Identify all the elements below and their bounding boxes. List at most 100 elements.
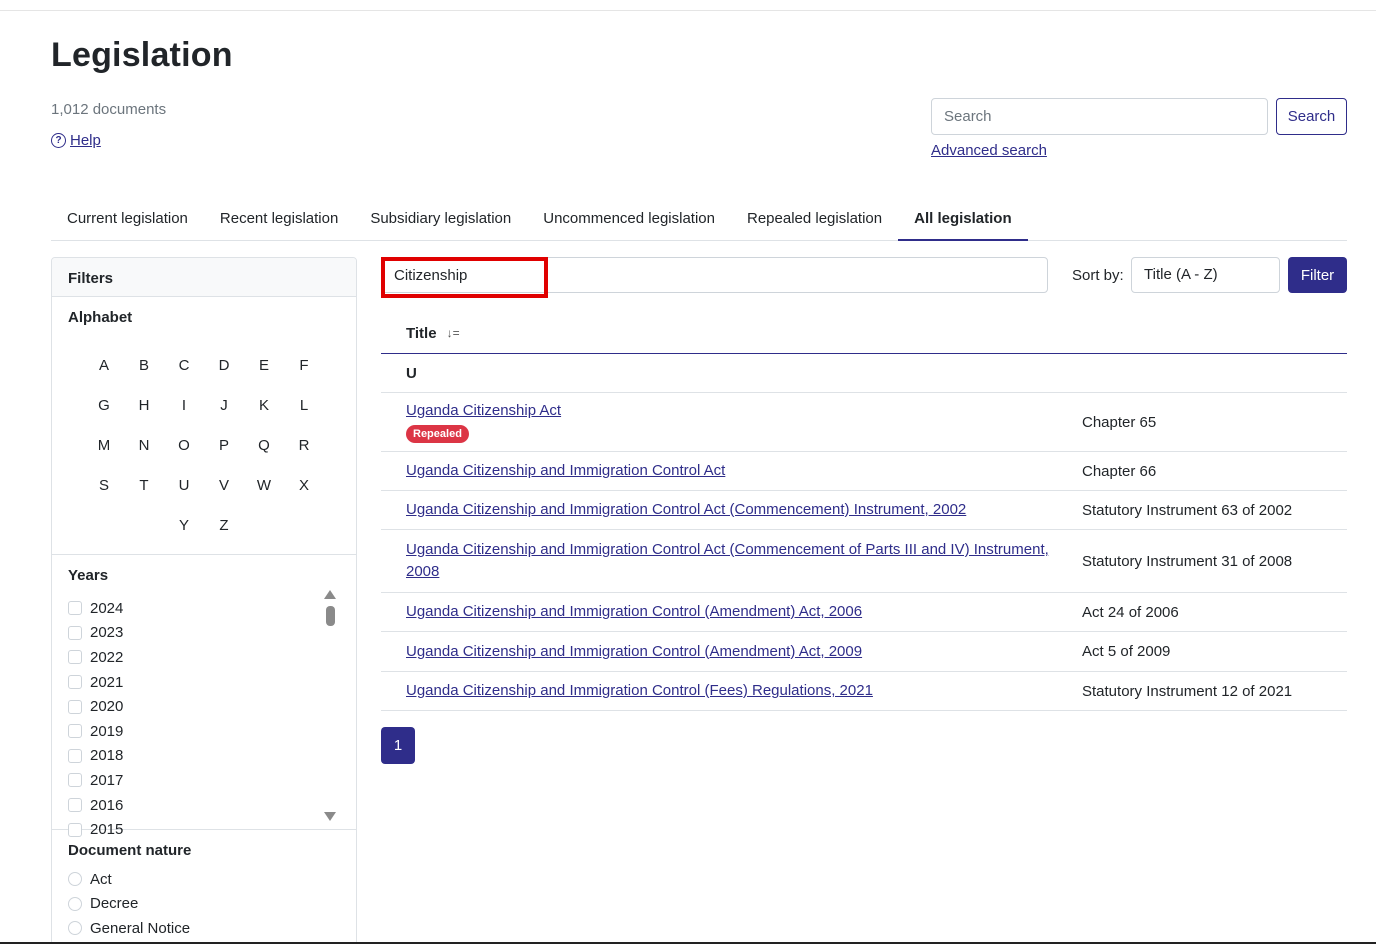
table-row: Uganda Citizenship and Immigration Contr… bbox=[381, 593, 1347, 632]
legislation-title-link[interactable]: Uganda Citizenship and Immigration Contr… bbox=[406, 541, 1049, 580]
radio-button[interactable] bbox=[68, 896, 82, 911]
checkbox[interactable] bbox=[68, 601, 82, 616]
alphabet-letter[interactable]: B bbox=[124, 346, 164, 386]
checkbox[interactable] bbox=[68, 699, 82, 714]
title-cell: Uganda Citizenship and Immigration Contr… bbox=[406, 641, 1082, 663]
year-label: 2023 bbox=[90, 624, 124, 642]
citation-cell: Statutory Instrument 63 of 2002 bbox=[1082, 501, 1293, 519]
legislation-title-link[interactable]: Uganda Citizenship and Immigration Contr… bbox=[406, 603, 862, 620]
radio-button[interactable] bbox=[68, 921, 82, 936]
tab-current-legislation[interactable]: Current legislation bbox=[51, 200, 204, 241]
year-label: 2019 bbox=[90, 722, 124, 740]
legislation-title-link[interactable]: Uganda Citizenship and Immigration Contr… bbox=[406, 501, 966, 518]
legislation-title-link[interactable]: Uganda Citizenship Act bbox=[406, 402, 561, 419]
citation-cell: Chapter 66 bbox=[1082, 462, 1157, 480]
legislation-title-link[interactable]: Uganda Citizenship and Immigration Contr… bbox=[406, 682, 873, 699]
alphabet-letter[interactable]: K bbox=[244, 386, 284, 426]
citation-cell: Act 24 of 2006 bbox=[1082, 603, 1179, 621]
alphabet-letter[interactable]: N bbox=[124, 426, 164, 466]
alphabet-letter[interactable]: S bbox=[84, 466, 124, 506]
filters-header: Filters bbox=[52, 258, 356, 297]
year-option[interactable]: 2023 bbox=[68, 621, 356, 646]
alphabet-grid: ABCDEF GHIJKL MNOPQR STUVWX YZ bbox=[52, 326, 356, 546]
checkbox[interactable] bbox=[68, 822, 82, 837]
alphabet-letter[interactable]: C bbox=[164, 346, 204, 386]
legislation-title-link[interactable]: Uganda Citizenship and Immigration Contr… bbox=[406, 462, 725, 479]
pagination-page-1[interactable]: 1 bbox=[381, 727, 415, 764]
alphabet-letter[interactable]: W bbox=[244, 466, 284, 506]
search-button[interactable]: Search bbox=[1276, 98, 1347, 135]
alphabet-letter[interactable]: H bbox=[124, 386, 164, 426]
alphabet-letter[interactable]: P bbox=[204, 426, 244, 466]
alphabet-letter[interactable]: L bbox=[284, 386, 324, 426]
year-option[interactable]: 2022 bbox=[68, 645, 356, 670]
alphabet-letter[interactable]: F bbox=[284, 346, 324, 386]
alphabet-letter[interactable]: Q bbox=[244, 426, 284, 466]
checkbox[interactable] bbox=[68, 675, 82, 690]
alphabet-letter[interactable]: U bbox=[164, 466, 204, 506]
alphabet-letter[interactable]: V bbox=[204, 466, 244, 506]
citation-cell: Chapter 65 bbox=[1082, 413, 1157, 431]
alphabet-letter[interactable]: O bbox=[164, 426, 204, 466]
list-filter-input[interactable] bbox=[381, 257, 1048, 293]
year-option[interactable]: 2024 bbox=[68, 596, 356, 621]
top-divider bbox=[0, 10, 1376, 11]
alphabet-letter[interactable]: R bbox=[284, 426, 324, 466]
title-column-header[interactable]: Title bbox=[406, 325, 437, 342]
checkbox[interactable] bbox=[68, 650, 82, 665]
alphabet-letter[interactable]: X bbox=[284, 466, 324, 506]
alphabet-letter[interactable]: M bbox=[84, 426, 124, 466]
sort-descending-icon[interactable]: ↓= bbox=[447, 326, 460, 340]
document-nature-option[interactable]: Act bbox=[52, 867, 356, 892]
year-option[interactable]: 2021 bbox=[68, 670, 356, 695]
years-list: 2024 2023 2022 2021 2020 2019 2018 2017 2016 2015 bbox=[52, 584, 356, 842]
tab-all-legislation[interactable]: All legislation bbox=[898, 200, 1028, 241]
year-option[interactable]: 2018 bbox=[68, 744, 356, 769]
help-link[interactable]: ? Help bbox=[51, 132, 101, 149]
legislation-title-link[interactable]: Uganda Citizenship and Immigration Contr… bbox=[406, 643, 862, 660]
year-option[interactable]: 2019 bbox=[68, 719, 356, 744]
document-nature-label: Act bbox=[90, 870, 112, 888]
filter-button[interactable]: Filter bbox=[1288, 257, 1347, 293]
checkbox[interactable] bbox=[68, 724, 82, 739]
tab-recent-legislation[interactable]: Recent legislation bbox=[204, 200, 354, 241]
checkbox[interactable] bbox=[68, 625, 82, 640]
document-nature-option[interactable]: General Notice bbox=[52, 916, 356, 941]
alphabet-letter[interactable]: I bbox=[164, 386, 204, 426]
scroll-up-arrow-icon[interactable] bbox=[324, 590, 336, 599]
scrollbar-thumb[interactable] bbox=[326, 606, 335, 626]
alphabet-letter[interactable]: G bbox=[84, 386, 124, 426]
alphabet-letter[interactable]: D bbox=[204, 346, 244, 386]
document-nature-option[interactable]: Decree bbox=[52, 892, 356, 917]
sort-label: Sort by: bbox=[1072, 267, 1124, 284]
year-option[interactable]: 2017 bbox=[68, 768, 356, 793]
citation-cell: Statutory Instrument 31 of 2008 bbox=[1082, 552, 1293, 570]
tab-subsidiary-legislation[interactable]: Subsidiary legislation bbox=[354, 200, 527, 241]
legislation-tabs: Current legislation Recent legislation S… bbox=[51, 200, 1347, 241]
year-label: 2022 bbox=[90, 648, 124, 666]
radio-button[interactable] bbox=[68, 872, 82, 887]
document-count: 1,012 documents bbox=[51, 101, 167, 118]
advanced-search-link[interactable]: Advanced search bbox=[931, 142, 1047, 159]
document-nature-list: Act Decree General Notice bbox=[52, 859, 356, 941]
alphabet-letter[interactable]: Y bbox=[164, 506, 204, 546]
sort-select[interactable]: Title (A - Z) bbox=[1131, 257, 1280, 293]
help-link-label[interactable]: Help bbox=[70, 132, 101, 149]
checkbox[interactable] bbox=[68, 798, 82, 813]
citation-cell: Act 5 of 2009 bbox=[1082, 643, 1171, 660]
checkbox[interactable] bbox=[68, 748, 82, 763]
year-option[interactable]: 2016 bbox=[68, 793, 356, 818]
year-option[interactable]: 2020 bbox=[68, 694, 356, 719]
year-option[interactable]: 2015 bbox=[68, 817, 356, 842]
tab-uncommenced-legislation[interactable]: Uncommenced legislation bbox=[527, 200, 731, 241]
scroll-down-arrow-icon[interactable] bbox=[324, 812, 336, 821]
alphabet-letter[interactable]: J bbox=[204, 386, 244, 426]
tab-repealed-legislation[interactable]: Repealed legislation bbox=[731, 200, 898, 241]
alphabet-letter[interactable]: T bbox=[124, 466, 164, 506]
alphabet-letter[interactable]: Z bbox=[204, 506, 244, 546]
search-input[interactable] bbox=[931, 98, 1268, 135]
alphabet-letter[interactable]: A bbox=[84, 346, 124, 386]
alphabet-letter[interactable]: E bbox=[244, 346, 284, 386]
table-row: Uganda Citizenship and Immigration Contr… bbox=[381, 672, 1347, 711]
checkbox[interactable] bbox=[68, 773, 82, 788]
